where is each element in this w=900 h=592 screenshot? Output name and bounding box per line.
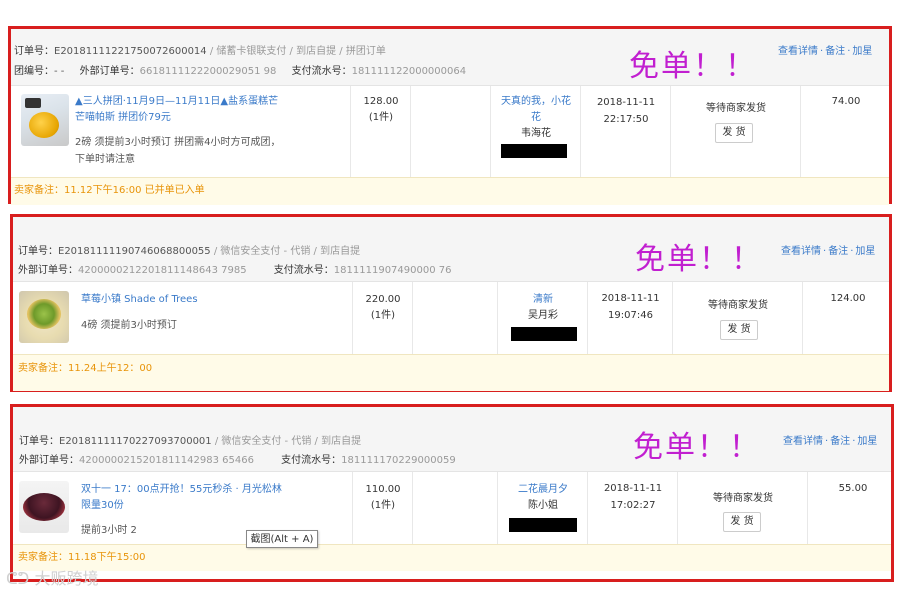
product-spec: 2磅 须提前3小时预订 拼团需4小时方可成团，下单时请注意 (75, 137, 281, 165)
order-header: 订单号：E20181111190746068800055 / 微信安全支付 - … (13, 217, 889, 282)
external-order-number: 6618111122200029051 98 (139, 66, 277, 77)
note-link[interactable]: 备注 (825, 46, 845, 57)
order-header-line-1: 订单号：E20181111221750072600014 / 储蓄卡银联支付 /… (14, 46, 386, 57)
quantity: (1件) (368, 112, 394, 123)
product-thumbnail[interactable] (19, 291, 69, 343)
quantity: (1件) (370, 500, 396, 511)
unit-price: 128.00 (1件) (351, 94, 411, 126)
order-datetime: 2018-11-11 22:17:50 (596, 97, 656, 125)
buyer-name: 吴月彩 (528, 310, 558, 321)
order-number: E20181111170227093700001 (59, 436, 212, 447)
order-header-line-2: 外部订单号：4200000212201811148643 7985 支付流水号：… (18, 265, 452, 276)
unit-price: 110.00 (1件) (353, 482, 413, 514)
ship-button[interactable]: 发 货 (715, 123, 753, 143)
redacted-phone (501, 144, 567, 158)
order-actions: 查看详情 · 备注 · 加星 (781, 246, 876, 257)
view-details-link[interactable]: 查看详情 (778, 46, 818, 57)
seller-remark: 卖家备注：11.24上午12：00 (13, 354, 889, 391)
star-link[interactable]: 加星 (857, 436, 877, 447)
buyer-nickname-link[interactable]: 二花晨月夕 (498, 482, 588, 498)
paid-amount: 55.00 (838, 483, 868, 494)
product-thumbnail[interactable] (19, 481, 69, 533)
external-order-number: 4200000215201811142983 65466 (79, 455, 254, 466)
view-details-link[interactable]: 查看详情 (781, 246, 821, 257)
buyer-name: 陈小姐 (528, 500, 558, 511)
order-card: 订单号：E20181111170227093700001 / 微信安全支付 - … (10, 404, 894, 582)
star-link[interactable]: 加星 (855, 246, 875, 257)
order-header-line-1: 订单号：E20181111170227093700001 / 微信安全支付 - … (19, 436, 362, 447)
order-card: 订单号：E20181111221750072600014 / 储蓄卡银联支付 /… (8, 26, 892, 205)
payment-serial-number: 181111122000000064 (351, 66, 467, 77)
ship-button[interactable]: 发 货 (723, 512, 761, 532)
buyer-info: 清新 吴月彩 (498, 292, 588, 324)
paid-amount: 74.00 (831, 96, 861, 107)
buyer-nickname-link[interactable]: 清新 (498, 292, 588, 308)
order-datetime: 2018-11-11 17:02:27 (603, 483, 663, 511)
order-method: / 微信安全支付 - 代销 / 到店自提 (211, 436, 362, 447)
order-body: 草莓小镇 Shade of Trees 4磅 须提前3小时预订 220.00 (… (13, 282, 889, 354)
order-body: 双十一 17：00点开抢！55元秒杀 · 月光松林 限量30份 提前3小时 2 … (13, 472, 891, 544)
free-order-annotation: 免单！！ (635, 242, 763, 277)
star-link[interactable]: 加星 (852, 46, 872, 57)
order-header-line-1: 订单号：E20181111190746068800055 / 微信安全支付 - … (18, 246, 361, 257)
order-actions: 查看详情 · 备注 · 加星 (783, 436, 878, 447)
note-link[interactable]: 备注 (828, 246, 848, 257)
order-method: / 微信安全支付 - 代销 / 到店自提 (210, 246, 361, 257)
ship-button[interactable]: 发 货 (720, 320, 758, 340)
free-order-annotation: 免单！！ (629, 49, 757, 84)
buyer-nickname-link[interactable]: 天真的我，小花花 (491, 94, 581, 126)
unit-price: 220.00 (1件) (353, 292, 413, 324)
payment-serial-number: 1811111907490000 76 (333, 265, 452, 276)
product-spec: 4磅 须提前3小时预订 (81, 320, 177, 331)
order-number: E20181111221750072600014 (54, 46, 207, 57)
seller-remark: 卖家备注：11.12下午16:00 已并单已入单 (11, 177, 889, 205)
group-number: - - (54, 66, 65, 77)
order-status: 等待商家发货 (708, 300, 768, 311)
external-order-number: 4200000212201811148643 7985 (78, 265, 247, 276)
redacted-phone (509, 518, 577, 532)
order-card: 订单号：E20181111190746068800055 / 微信安全支付 - … (10, 214, 892, 392)
watermark: ᕦᕤ 大贩跨境 (6, 569, 99, 588)
seller-remark: 卖家备注：11.18下午15:00 (13, 544, 891, 571)
order-body: ▲三人拼团·11月9日—11月11日▲盐系蛋糕芒芒喵帕斯 拼团价79元 2磅 须… (11, 86, 889, 177)
redacted-phone (511, 327, 577, 341)
buyer-name: 韦海花 (521, 128, 551, 139)
order-header: 订单号：E20181111221750072600014 / 储蓄卡银联支付 /… (11, 29, 889, 86)
order-status: 等待商家发货 (706, 103, 766, 114)
product-name-link[interactable]: ▲三人拼团·11月9日—11月11日▲盐系蛋糕芒芒喵帕斯 拼团价79元 (75, 94, 285, 126)
note-link[interactable]: 备注 (830, 436, 850, 447)
order-number: E20181111190746068800055 (58, 246, 211, 257)
order-datetime: 2018-11-11 19:07:46 (601, 293, 660, 321)
order-actions: 查看详情 · 备注 · 加星 (778, 46, 873, 57)
product-thumbnail[interactable] (21, 94, 69, 146)
buyer-info: 二花晨月夕 陈小姐 (498, 482, 588, 514)
product-name-link[interactable]: 双十一 17：00点开抢！55元秒杀 · 月光松林 限量30份 (81, 482, 291, 514)
free-order-annotation: 免单！！ (633, 430, 761, 465)
order-header: 订单号：E20181111170227093700001 / 微信安全支付 - … (13, 407, 891, 472)
order-header-line-2: 团编号：- - 外部订单号：6618111122200029051 98 支付流… (14, 66, 467, 77)
order-method: / 储蓄卡银联支付 / 到店自提 / 拼团订单 (206, 46, 386, 57)
screenshot-tooltip: 截图(Alt + A) (246, 530, 318, 548)
order-header-line-2: 外部订单号：4200000215201811142983 65466 支付流水号… (19, 455, 456, 466)
quantity: (1件) (370, 310, 396, 321)
view-details-link[interactable]: 查看详情 (783, 436, 823, 447)
payment-serial-number: 181111170229000059 (341, 455, 456, 466)
buyer-info: 天真的我，小花花 韦海花 (491, 94, 581, 142)
paid-amount: 124.00 (830, 293, 866, 304)
watermark-logo-icon: ᕦᕤ (6, 569, 35, 588)
order-status: 等待商家发货 (713, 493, 773, 504)
product-name-link[interactable]: 草莓小镇 Shade of Trees (81, 292, 301, 308)
